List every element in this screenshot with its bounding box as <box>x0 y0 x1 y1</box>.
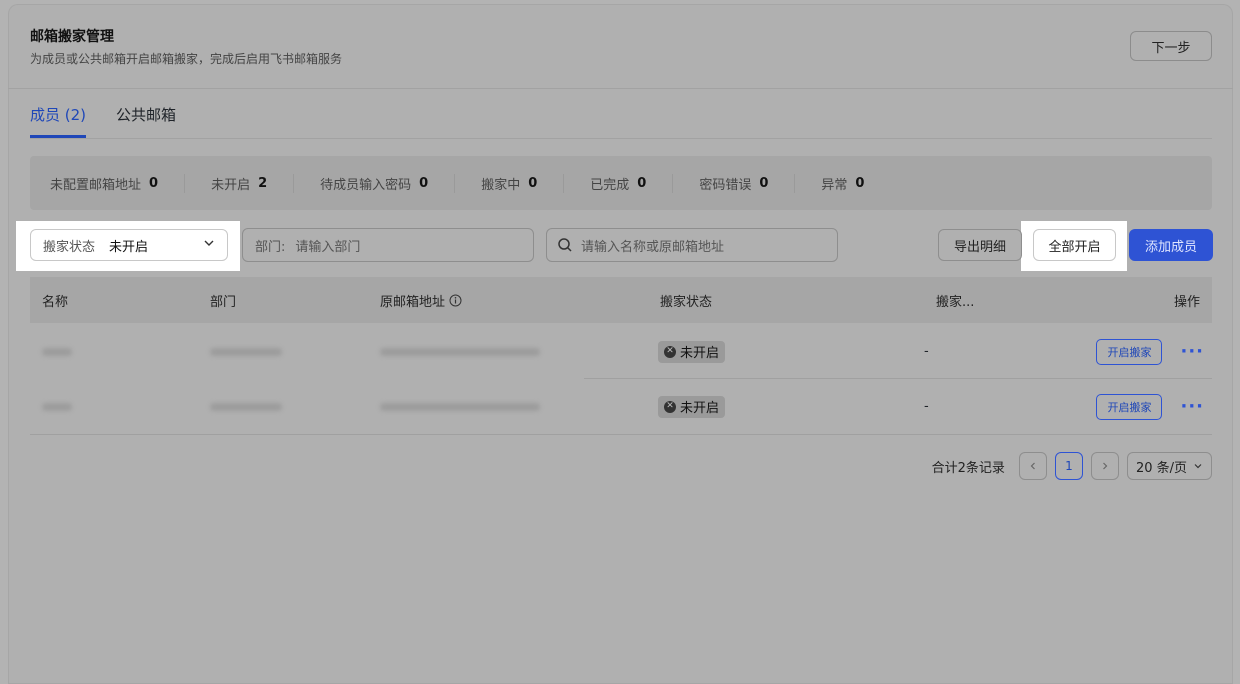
status-badge: ✕ 未开启 <box>658 324 726 379</box>
prev-page-button[interactable] <box>1018 452 1047 480</box>
status-badge: ✕ 未开启 <box>658 379 726 434</box>
stat-abnormal[interactable]: 异常 0 <box>794 173 890 193</box>
row-actions: 开启搬家 ··· <box>1096 379 1204 434</box>
next-step-button[interactable]: 下一步 <box>1130 31 1212 61</box>
member-email-redacted <box>380 379 540 434</box>
stat-awaiting-password[interactable]: 待成员输入密码 0 <box>293 173 454 193</box>
page-subtitle: 为成员或公共邮箱开启邮箱搬家，完成后启用飞书邮箱服务 <box>30 52 343 66</box>
close-circle-icon: ✕ <box>664 345 676 358</box>
tab-public-mailbox[interactable]: 公共邮箱 <box>116 104 176 138</box>
page-number-1[interactable]: 1 <box>1054 452 1083 480</box>
department-label: 部门: <box>255 239 286 255</box>
header-divider <box>8 88 1233 89</box>
pagination: 合计2条记录 1 20 条/页 <box>932 452 1212 480</box>
stat-completed[interactable]: 已完成 0 <box>563 173 672 193</box>
page-header: 邮箱搬家管理 为成员或公共邮箱开启邮箱搬家，完成后启用飞书邮箱服务 <box>30 28 342 67</box>
column-name: 名称 <box>42 294 69 310</box>
more-icon[interactable]: ··· <box>1180 396 1204 417</box>
close-circle-icon: ✕ <box>664 400 676 413</box>
tab-divider <box>30 138 1212 139</box>
next-page-button[interactable] <box>1090 452 1119 480</box>
enable-all-button[interactable]: 全部开启 <box>1033 229 1116 261</box>
status-select-label: 搬家状态 <box>43 239 96 255</box>
chevron-down-icon <box>203 237 215 253</box>
column-original-email: 原邮箱地址 <box>380 277 462 323</box>
member-department-redacted <box>210 324 282 379</box>
status-select-value: 未开启 <box>109 239 149 255</box>
more-icon[interactable]: ··· <box>1180 341 1204 362</box>
status-summary-bar: 未配置邮箱地址 0 未开启 2 待成员输入密码 0 搬家中 0 已完成 0 密码错误 0 异… <box>30 156 1212 210</box>
stat-not-enabled[interactable]: 未开启 2 <box>184 173 293 193</box>
search-input[interactable]: 请输入名称或原邮箱地址 <box>546 228 838 262</box>
column-department: 部门 <box>210 294 237 310</box>
add-member-button[interactable]: 添加成员 <box>1129 229 1213 261</box>
column-migration-progress: 搬家... <box>936 294 975 310</box>
chevron-left-icon <box>1030 462 1035 470</box>
total-records: 合计2条记录 <box>931 460 1005 476</box>
chevron-down-icon <box>1194 464 1202 469</box>
stat-unconfigured[interactable]: 未配置邮箱地址 0 <box>50 174 184 193</box>
member-department-redacted <box>210 379 282 434</box>
migration-progress: - <box>924 399 929 414</box>
member-name-redacted <box>42 324 72 379</box>
migration-progress: - <box>924 344 929 359</box>
page-title: 邮箱搬家管理 <box>30 29 114 45</box>
stat-migrating[interactable]: 搬家中 0 <box>454 173 563 193</box>
start-migration-button[interactable]: 开启搬家 <box>1096 393 1163 420</box>
department-input[interactable]: 部门: 请输入部门 <box>242 228 534 262</box>
tab-members[interactable]: 成员 (2) <box>30 104 87 138</box>
row-actions: 开启搬家 ··· <box>1096 324 1204 379</box>
member-name-redacted <box>42 379 72 434</box>
row-divider <box>30 434 1212 435</box>
page-size-select[interactable]: 20 条/页 <box>1126 452 1212 480</box>
migration-status-select[interactable]: 搬家状态 未开启 <box>30 229 228 261</box>
export-details-button[interactable]: 导出明细 <box>938 229 1022 261</box>
stat-password-error[interactable]: 密码错误 0 <box>672 173 794 193</box>
table-row: ✕ 未开启 - 开启搬家 ··· <box>30 324 1212 379</box>
column-actions: 操作 <box>1173 294 1200 310</box>
chevron-right-icon <box>1103 462 1108 470</box>
tab-bar: 成员 (2) 公共邮箱 <box>30 104 176 138</box>
info-icon[interactable] <box>449 294 462 307</box>
table-header: 名称 部门 原邮箱地址 搬家状态 搬家... 操作 <box>30 277 1212 323</box>
department-placeholder: 请输入部门 <box>295 239 361 255</box>
column-migration-status: 搬家状态 <box>660 294 713 310</box>
search-placeholder: 请输入名称或原邮箱地址 <box>581 239 725 255</box>
table-row: ✕ 未开启 - 开启搬家 ··· <box>30 379 1212 434</box>
search-icon <box>557 237 573 253</box>
member-email-redacted <box>380 324 540 379</box>
start-migration-button[interactable]: 开启搬家 <box>1096 338 1163 365</box>
